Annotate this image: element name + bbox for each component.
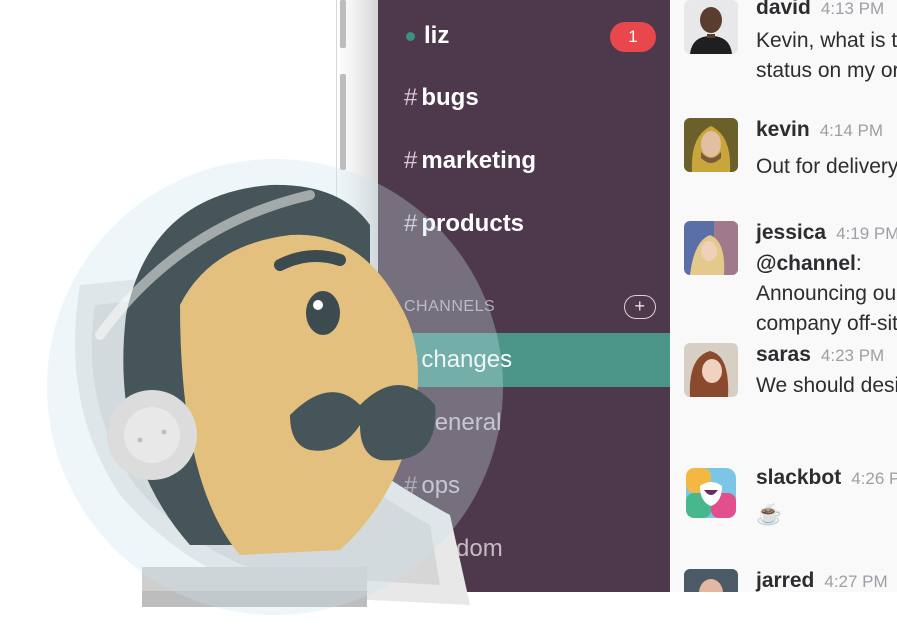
message-list: david 4:13 PM Kevin, what is the status o… — [670, 0, 897, 592]
astronaut-mascot-icon — [47, 159, 503, 615]
slackbot-avatar-icon — [686, 468, 736, 518]
message-text: @channel: Announcing our company off-sit… — [756, 249, 897, 339]
message-time: 4:23 PM — [820, 346, 885, 365]
saras-avatar-icon — [684, 343, 738, 397]
unread-badge: 1 — [610, 22, 656, 52]
message-text: Out for delivery — [756, 155, 897, 178]
avatar[interactable] — [684, 118, 738, 172]
jessica-avatar-icon — [684, 221, 738, 275]
message-text: We should design. — [756, 374, 897, 397]
kevin-avatar-icon — [684, 118, 738, 172]
add-channel-icon[interactable]: + — [624, 295, 656, 319]
message-time: 4:26 PM — [851, 469, 897, 488]
dm-name: liz — [424, 22, 450, 49]
jarred-avatar-icon — [684, 569, 738, 592]
message-author[interactable]: jarred — [756, 569, 814, 592]
channel-mention[interactable]: @channel — [756, 252, 856, 275]
message-author[interactable]: kevin — [756, 118, 810, 141]
dm-item-liz[interactable]: liz 1 — [378, 16, 670, 56]
message-author[interactable]: slackbot — [756, 466, 841, 489]
avatar[interactable] — [684, 569, 738, 592]
message-text: Kevin, what is the status on my order? — [756, 29, 897, 82]
message-time: 4:14 PM — [819, 121, 884, 140]
message-time: 4:27 PM — [824, 572, 888, 591]
message-author[interactable]: david — [756, 0, 811, 19]
avatar[interactable] — [684, 466, 738, 520]
david-avatar-icon — [684, 0, 738, 54]
coffee-icon: ☕ — [756, 503, 783, 526]
phone-side-button — [340, 0, 346, 48]
message-author[interactable]: saras — [756, 343, 811, 366]
avatar[interactable] — [684, 0, 738, 54]
hash-icon: # — [404, 84, 418, 111]
avatar[interactable] — [684, 221, 738, 275]
message-author[interactable]: jessica — [756, 221, 826, 244]
message-time: 4:13 PM — [820, 0, 885, 18]
channel-name: bugs — [421, 84, 479, 111]
avatar[interactable] — [684, 343, 738, 397]
presence-dot-icon — [406, 31, 415, 41]
message-time: 4:19 PM — [836, 224, 897, 243]
sidebar-item-bugs[interactable]: # bugs — [378, 78, 670, 118]
